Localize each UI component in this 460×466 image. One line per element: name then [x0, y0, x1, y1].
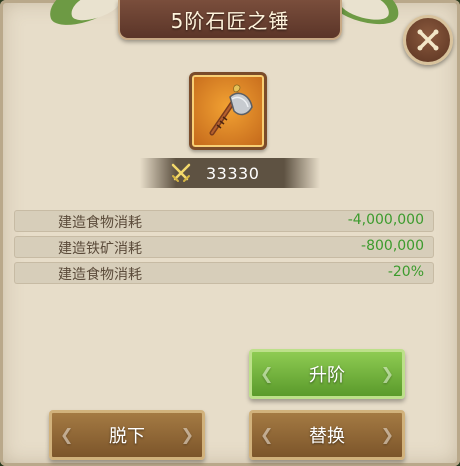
stat-value: -800,000 [361, 238, 424, 254]
title-plate: 5阶石匠之锤 [118, 0, 342, 40]
dialog-title: 5阶石匠之锤 [170, 8, 290, 33]
stat-value: -4,000,000 [347, 212, 424, 228]
replace-button-label: 替换 [309, 426, 345, 447]
item-slot[interactable] [189, 72, 267, 150]
stat-label: 建造食物消耗 [58, 267, 142, 283]
chevron-left-icon: ❮ [60, 425, 74, 444]
close-button[interactable] [403, 15, 453, 65]
upgrade-button[interactable]: ❮ 升阶 ❯ [249, 349, 405, 399]
power-value: 33330 [206, 163, 260, 183]
chevron-left-icon: ❮ [260, 425, 274, 444]
close-icon [417, 29, 439, 51]
axe-icon [209, 84, 253, 136]
stat-value: -20% [387, 264, 424, 280]
stat-row: 建造食物消耗 -20% [14, 262, 434, 284]
stat-row: 建造铁矿消耗 -800,000 [14, 236, 434, 258]
remove-button[interactable]: ❮ 脱下 ❯ [49, 410, 205, 460]
power-bar: 33330 [140, 158, 320, 188]
chevron-left-icon: ❮ [260, 364, 274, 383]
crossed-swords-icon [171, 163, 191, 182]
upgrade-button-label: 升阶 [309, 365, 345, 386]
chevron-right-icon: ❯ [180, 425, 194, 444]
chevron-right-icon: ❯ [380, 425, 394, 444]
chevron-right-icon: ❯ [380, 364, 394, 383]
stat-label: 建造铁矿消耗 [58, 241, 142, 257]
remove-button-label: 脱下 [109, 426, 145, 447]
equipment-dialog: 5阶石匠之锤 33330 建造食物消耗 -4,000,000 建造铁矿消耗 -8… [0, 0, 460, 466]
stat-row: 建造食物消耗 -4,000,000 [14, 210, 434, 232]
stat-label: 建造食物消耗 [58, 215, 142, 231]
replace-button[interactable]: ❮ 替换 ❯ [249, 410, 405, 460]
